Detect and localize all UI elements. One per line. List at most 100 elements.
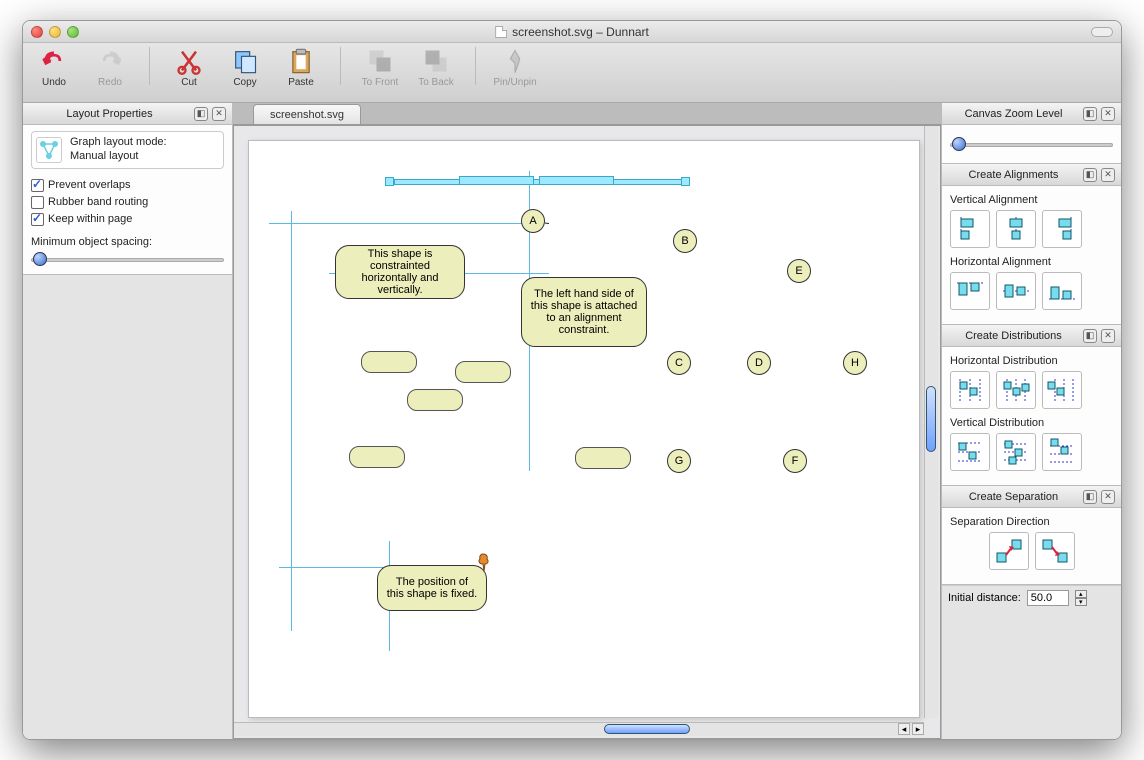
copy-label: Copy (233, 77, 256, 88)
node-f[interactable]: F (783, 449, 807, 473)
toolbar: Undo Redo Cut Copy Paste (23, 43, 1121, 103)
initdist-up[interactable]: ▴ (1075, 590, 1087, 598)
separation-header[interactable]: Create Separation ◧ ✕ (942, 486, 1121, 508)
prevent-overlaps-label: Prevent overlaps (48, 179, 131, 191)
rubber-band-label: Rubber band routing (48, 196, 148, 208)
separation-h-button[interactable] (989, 532, 1029, 570)
to-front-icon (366, 47, 394, 75)
layout-properties-header[interactable]: Layout Properties ◧ ✕ (23, 103, 232, 125)
to-back-button[interactable]: To Back (413, 47, 459, 88)
document-icon (495, 26, 507, 38)
close-panel-icon[interactable]: ✕ (1101, 490, 1115, 504)
cut-button[interactable]: Cut (166, 47, 212, 88)
align-top-button[interactable] (950, 272, 990, 310)
undock-icon[interactable]: ◧ (1083, 490, 1097, 504)
close-panel-icon[interactable]: ✕ (1101, 168, 1115, 182)
node-h[interactable]: H (843, 351, 867, 375)
shape-constrained[interactable]: This shape is constrainted horizontally … (335, 245, 465, 299)
layout-mode-box[interactable]: Graph layout mode: Manual layout (31, 131, 224, 169)
close-button[interactable] (31, 26, 43, 38)
layout-mode-label: Graph layout mode: (70, 136, 167, 150)
initdist-input[interactable] (1027, 590, 1069, 606)
traffic-lights (23, 26, 79, 38)
canvas[interactable]: A B E C D H G F This shape is constraint… (248, 140, 920, 718)
separation-body: Separation Direction (942, 508, 1121, 585)
undock-icon[interactable]: ◧ (194, 107, 208, 121)
alignments-body: Vertical Alignment Horizontal Alignment (942, 186, 1121, 325)
undock-icon[interactable]: ◧ (1083, 329, 1097, 343)
hdist-center-button[interactable] (996, 371, 1036, 409)
initdist-down[interactable]: ▾ (1075, 598, 1087, 606)
align-center-button[interactable] (996, 210, 1036, 248)
shape-blank[interactable] (575, 447, 631, 469)
vdist-middle-button[interactable] (996, 433, 1036, 471)
redo-icon (96, 47, 124, 75)
paste-button[interactable]: Paste (278, 47, 324, 88)
zoom-panel-header[interactable]: Canvas Zoom Level ◧ ✕ (942, 103, 1121, 125)
node-b[interactable]: B (673, 229, 697, 253)
document-tab[interactable]: screenshot.svg (253, 104, 361, 124)
selection-handle[interactable] (681, 177, 690, 186)
align-left-button[interactable] (950, 210, 990, 248)
undock-icon[interactable]: ◧ (1083, 168, 1097, 182)
to-front-label: To Front (362, 77, 399, 88)
zoom-body (942, 125, 1121, 164)
selection-segment[interactable] (539, 176, 614, 185)
align-middle-button[interactable] (996, 272, 1036, 310)
zoom-slider[interactable] (950, 135, 1113, 153)
toolbar-toggle[interactable] (1091, 27, 1113, 37)
horizontal-scrollbar[interactable]: ◂ ▸ (234, 722, 924, 736)
pin-icon (501, 47, 529, 75)
keep-within-checkbox[interactable]: Keep within page (31, 213, 224, 226)
canvas-area[interactable]: A B E C D H G F This shape is constraint… (233, 125, 941, 739)
zoom-title: Canvas Zoom Level (948, 108, 1079, 120)
close-panel-icon[interactable]: ✕ (1101, 107, 1115, 121)
pin-button[interactable]: Pin/Unpin (492, 47, 538, 88)
alignments-title: Create Alignments (948, 169, 1079, 181)
rubber-band-checkbox[interactable]: Rubber band routing (31, 196, 224, 209)
hdist-left-button[interactable] (950, 371, 990, 409)
node-g[interactable]: G (667, 449, 691, 473)
separation-v-button[interactable] (1035, 532, 1075, 570)
to-front-button[interactable]: To Front (357, 47, 403, 88)
close-panel-icon[interactable]: ✕ (1101, 329, 1115, 343)
hdist-right-button[interactable] (1042, 371, 1082, 409)
layout-mode-icon (36, 137, 62, 163)
undo-label: Undo (42, 77, 66, 88)
align-bottom-button[interactable] (1042, 272, 1082, 310)
node-a[interactable]: A (521, 209, 545, 233)
vertical-scrollbar[interactable] (924, 126, 938, 718)
separation-label: Separation Direction (950, 516, 1113, 528)
initial-distance-row: Initial distance: ▴ ▾ (942, 585, 1121, 610)
shape-fixed[interactable]: The position of this shape is fixed. (377, 565, 487, 611)
shape-blank[interactable] (361, 351, 417, 373)
node-e[interactable]: E (787, 259, 811, 283)
undo-button[interactable]: Undo (31, 47, 77, 88)
shape-blank[interactable] (407, 389, 463, 411)
minimize-button[interactable] (49, 26, 61, 38)
undock-icon[interactable]: ◧ (1083, 107, 1097, 121)
cut-icon (175, 47, 203, 75)
scroll-right-button[interactable]: ▸ (912, 723, 924, 735)
vdist-bottom-button[interactable] (1042, 433, 1082, 471)
alignments-header[interactable]: Create Alignments ◧ ✕ (942, 164, 1121, 186)
distributions-header[interactable]: Create Distributions ◧ ✕ (942, 325, 1121, 347)
redo-button[interactable]: Redo (87, 47, 133, 88)
paste-label: Paste (288, 77, 314, 88)
copy-button[interactable]: Copy (222, 47, 268, 88)
min-spacing-slider[interactable] (31, 250, 224, 268)
shape-blank[interactable] (455, 361, 511, 383)
close-panel-icon[interactable]: ✕ (212, 107, 226, 121)
prevent-overlaps-checkbox[interactable]: Prevent overlaps (31, 179, 224, 192)
align-right-button[interactable] (1042, 210, 1082, 248)
shape-attached[interactable]: The left hand side of this shape is atta… (521, 277, 647, 347)
distributions-title: Create Distributions (948, 330, 1079, 342)
node-c[interactable]: C (667, 351, 691, 375)
halign-label: Horizontal Alignment (950, 256, 1113, 268)
scroll-left-button[interactable]: ◂ (898, 723, 910, 735)
layout-properties-title: Layout Properties (29, 108, 190, 120)
vdist-top-button[interactable] (950, 433, 990, 471)
node-d[interactable]: D (747, 351, 771, 375)
zoom-button[interactable] (67, 26, 79, 38)
shape-blank[interactable] (349, 446, 405, 468)
